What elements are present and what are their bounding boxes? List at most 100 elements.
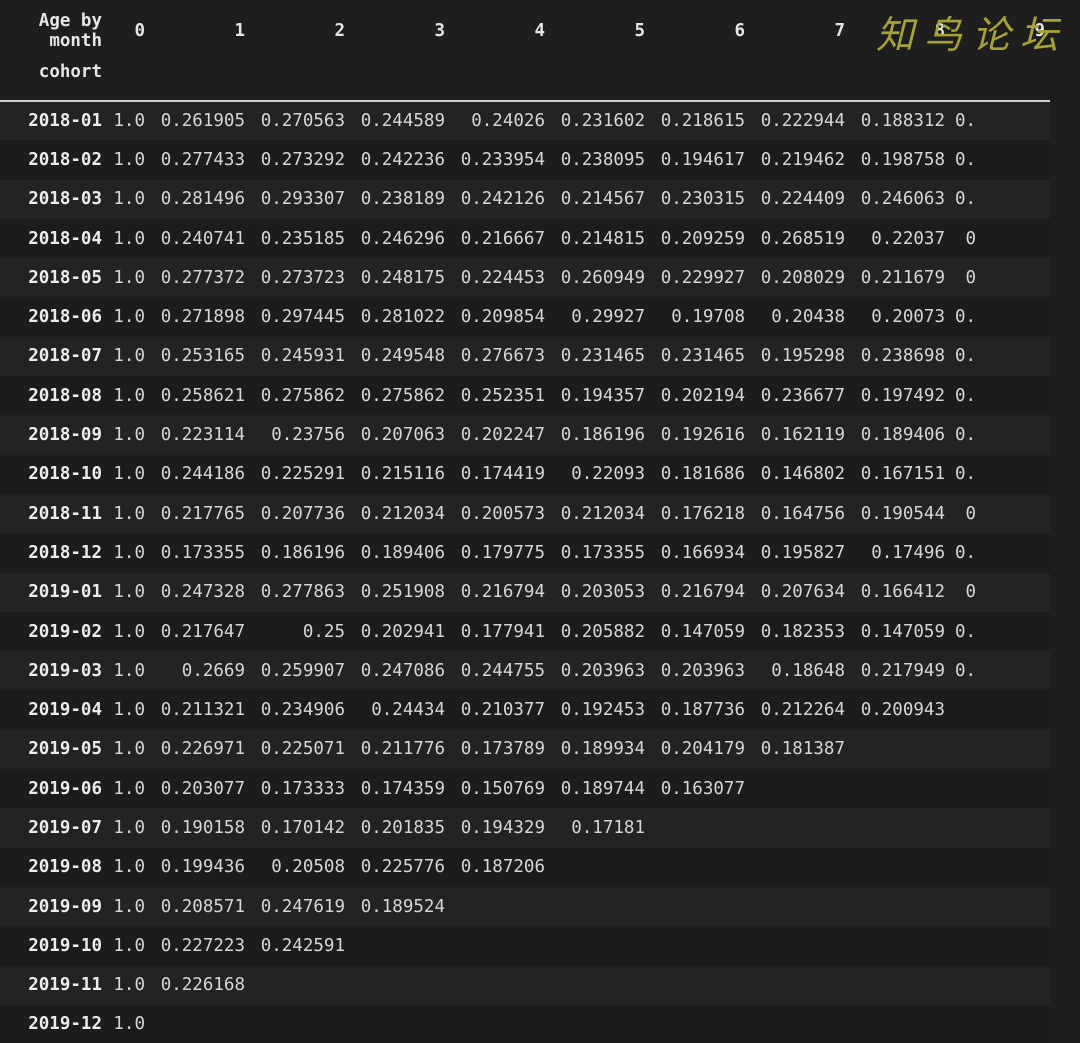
retention-cell: 0.190544 <box>860 503 945 524</box>
retention-cell: 0.199436 <box>160 857 245 878</box>
retention-cell: 0.174359 <box>360 778 445 799</box>
retention-cell: 0.22037 <box>871 228 945 249</box>
retention-cell: 0.224409 <box>760 189 845 210</box>
retention-cell: 0.147059 <box>860 621 945 642</box>
retention-cell: 0.270563 <box>260 111 345 132</box>
retention-cell: 0.252351 <box>460 385 545 406</box>
retention-cell: 0.233954 <box>460 149 545 170</box>
retention-cell: 0. <box>955 111 977 132</box>
column-header: 3 <box>434 21 445 41</box>
retention-cell: 0.281022 <box>360 307 445 328</box>
retention-cell <box>750 808 850 847</box>
retention-cell: 1.0 <box>113 267 145 288</box>
retention-cell: 1.0 <box>113 935 145 956</box>
retention-cell: 0.273723 <box>260 267 345 288</box>
retention-cell: 0.281496 <box>160 189 245 210</box>
retention-cell <box>550 966 650 1005</box>
retention-cell: 0.212264 <box>760 700 845 721</box>
retention-cell: 0.225776 <box>360 857 445 878</box>
retention-cell: 0.182353 <box>760 621 845 642</box>
cohort-label: 2019-03 <box>28 660 102 681</box>
retention-cell: 0.275862 <box>360 385 445 406</box>
retention-cell: 0.20508 <box>271 857 345 878</box>
retention-cell: 0.248175 <box>360 267 445 288</box>
retention-cell: 0.214815 <box>560 228 645 249</box>
retention-cell: 0.211679 <box>860 267 945 288</box>
retention-cell: 0. <box>955 149 977 170</box>
retention-cell: 0.203963 <box>560 660 645 681</box>
retention-cell: 0.212034 <box>560 503 645 524</box>
retention-cell <box>550 1005 650 1043</box>
retention-cell <box>650 848 750 887</box>
retention-cell <box>650 808 750 847</box>
cohort-label: 2018-12 <box>28 542 102 563</box>
table-row: 2019-08 1.0 0.199436 0.20508 0.225776 0.18720… <box>0 847 1050 887</box>
retention-cell <box>750 926 850 965</box>
column-header: 1 <box>234 21 245 41</box>
retention-cell <box>850 848 950 887</box>
retention-cell: 0.216667 <box>460 228 545 249</box>
retention-cell: 0 <box>955 267 977 288</box>
retention-cell: 0.246296 <box>360 228 445 249</box>
retention-cell: 1.0 <box>113 1014 145 1035</box>
retention-cell <box>550 887 650 926</box>
retention-cell: 0.218615 <box>660 111 745 132</box>
retention-cell: 0.188312 <box>860 111 945 132</box>
column-header: 8 <box>934 21 945 41</box>
retention-cell: 0.202194 <box>660 385 745 406</box>
retention-cell: 0. <box>955 621 977 642</box>
retention-cell: 0.238095 <box>560 149 645 170</box>
retention-cell: 0.208571 <box>160 896 245 917</box>
retention-cell: 0.225291 <box>260 464 345 485</box>
cohort-label: 2019-09 <box>28 896 102 917</box>
retention-cell: 0.207736 <box>260 503 345 524</box>
table-row: 2019-11 1.0 0.226168 <box>0 965 1050 1005</box>
retention-cell: 1.0 <box>113 464 145 485</box>
retention-cell: 0.216794 <box>660 582 745 603</box>
retention-cell <box>750 848 850 887</box>
retention-cell: 0.166412 <box>860 582 945 603</box>
table-row: 2019-06 1.0 0.203077 0.173333 0.174359 0.1507… <box>0 769 1050 809</box>
retention-cell: 0.247619 <box>260 896 345 917</box>
retention-cell: 1.0 <box>113 621 145 642</box>
retention-cell: 0.189406 <box>360 542 445 563</box>
retention-cell: 0.277433 <box>160 149 245 170</box>
retention-cell: 0.297445 <box>260 307 345 328</box>
retention-cell: 1.0 <box>113 582 145 603</box>
cohort-label: 2018-01 <box>28 111 102 132</box>
retention-cell: 0.247328 <box>160 582 245 603</box>
retention-cell: 0.293307 <box>260 189 345 210</box>
retention-cell: 0.242126 <box>460 189 545 210</box>
retention-cell <box>750 887 850 926</box>
column-header: 2 <box>334 21 345 41</box>
retention-cell: 0.198758 <box>860 149 945 170</box>
retention-cell: 0.219462 <box>760 149 845 170</box>
retention-cell: 0.246063 <box>860 189 945 210</box>
cohort-label: 2018-10 <box>28 464 102 485</box>
retention-cell: 0.225071 <box>260 739 345 760</box>
retention-cell: 0.207634 <box>760 582 845 603</box>
retention-cell: 0.164756 <box>760 503 845 524</box>
retention-cell: 0.22093 <box>571 464 645 485</box>
retention-cell: 0.242236 <box>360 149 445 170</box>
index-header-row: cohort <box>0 62 1050 101</box>
cohort-label: 2019-01 <box>28 582 102 603</box>
retention-cell <box>550 926 650 965</box>
retention-cell: 0.276673 <box>460 346 545 367</box>
cohort-label: 2018-04 <box>28 228 102 249</box>
cohort-label: 2019-10 <box>28 935 102 956</box>
index-name-label: cohort <box>38 62 102 82</box>
retention-cell: 0.273292 <box>260 149 345 170</box>
retention-cell: 0.194329 <box>460 817 545 838</box>
retention-cell: 0.189744 <box>560 778 645 799</box>
retention-cell <box>450 1005 550 1043</box>
retention-cell: 0.212034 <box>360 503 445 524</box>
retention-cell <box>550 848 650 887</box>
dataframe-output: Age by month 0 1 2 3 4 5 6 7 8 9 cohort 2018-01 1.… <box>0 0 1080 1043</box>
retention-cell: 0.173789 <box>460 739 545 760</box>
retention-cell: 0.181387 <box>760 739 845 760</box>
retention-cell: 0.200943 <box>860 700 945 721</box>
retention-cell <box>950 848 1050 887</box>
retention-cell <box>750 769 850 808</box>
table-row: 2019-04 1.0 0.211321 0.234906 0.24434 0.21037… <box>0 690 1050 730</box>
